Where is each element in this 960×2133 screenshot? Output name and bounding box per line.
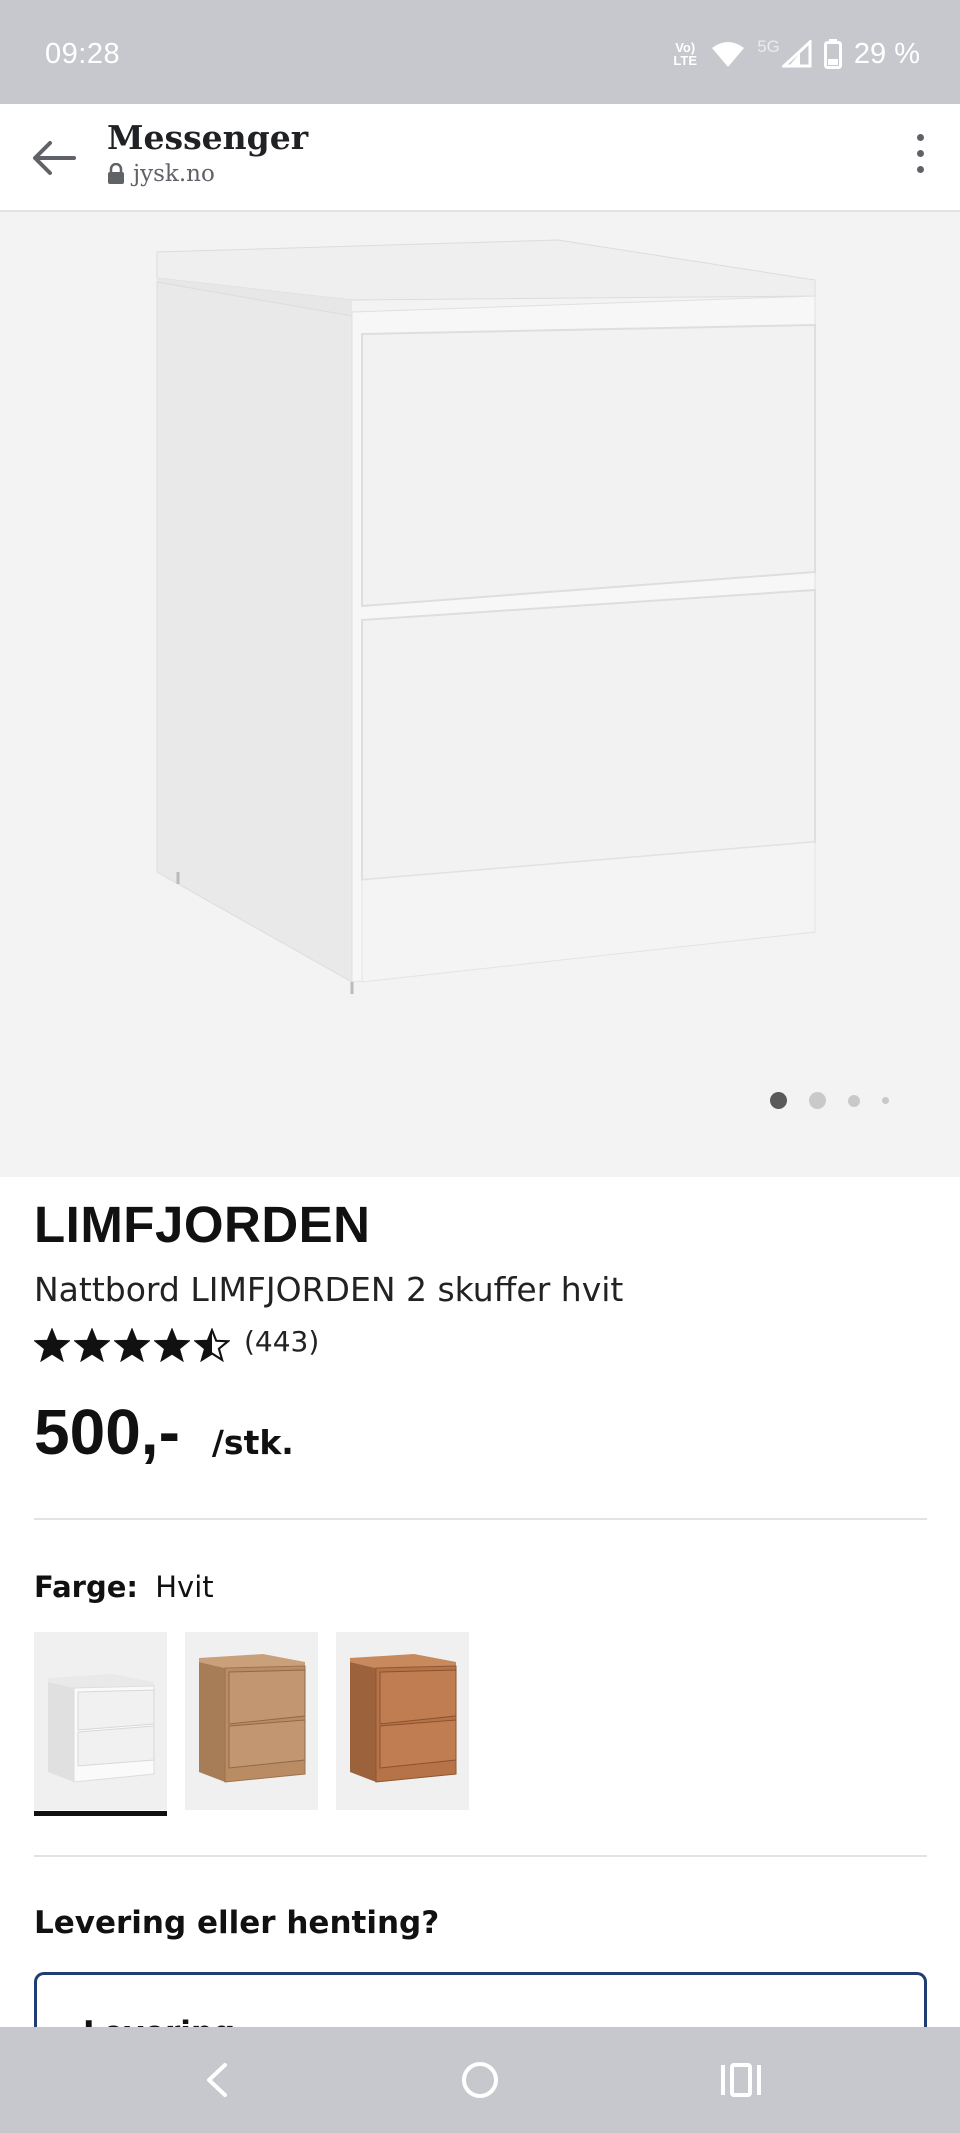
browser-header: Messenger jysk.no xyxy=(0,104,960,212)
navigation-bar xyxy=(0,2027,960,2133)
title-block: Messenger jysk.no xyxy=(107,118,308,187)
product-brand: LIMFJORDEN xyxy=(34,1196,371,1253)
gallery-dot-active[interactable] xyxy=(770,1092,787,1109)
price: 500,- xyxy=(34,1396,180,1468)
status-icons: Vo) LTE 5G 29 % xyxy=(671,34,920,74)
battery-percentage: 29 % xyxy=(853,37,920,70)
star-half-icon xyxy=(194,1328,230,1362)
dark-oak-nightstand-thumbnail xyxy=(350,1654,457,1783)
lock-icon xyxy=(108,163,124,184)
nav-back-icon[interactable] xyxy=(195,2057,241,2103)
gallery-dot[interactable] xyxy=(809,1092,826,1109)
star-filled-icon xyxy=(74,1328,110,1362)
gallery-dots xyxy=(770,1092,889,1109)
price-unit: /stk. xyxy=(211,1423,294,1462)
product-name: Nattbord LIMFJORDEN 2 skuffer hvit xyxy=(34,1270,624,1309)
url-row: jysk.no xyxy=(107,161,308,187)
white-nightstand-thumbnail xyxy=(48,1674,155,1783)
status-bar: 09:28 Vo) LTE 5G 29 % xyxy=(0,0,960,104)
nav-home-icon[interactable] xyxy=(457,2057,503,2103)
divider xyxy=(34,1855,927,1857)
star-filled-icon xyxy=(34,1328,70,1362)
divider xyxy=(34,1518,927,1520)
back-arrow-icon[interactable] xyxy=(28,132,80,184)
color-label: Farge: xyxy=(34,1570,139,1604)
more-options-icon[interactable] xyxy=(910,134,930,184)
signal-icon xyxy=(781,40,812,68)
network-type: 5G xyxy=(757,37,780,56)
nav-recents-icon[interactable] xyxy=(718,2057,764,2103)
rating-row[interactable]: (443) xyxy=(34,1325,319,1362)
review-count[interactable]: (443) xyxy=(244,1325,319,1358)
swatch-dark-oak[interactable] xyxy=(336,1632,469,1810)
url-text: jysk.no xyxy=(133,161,215,187)
color-value: Hvit xyxy=(155,1570,214,1604)
color-swatches xyxy=(34,1632,469,1816)
color-selector-label: Farge: Hvit xyxy=(34,1570,214,1604)
gallery-dot[interactable] xyxy=(882,1097,889,1104)
gallery-dot[interactable] xyxy=(848,1094,860,1107)
star-filled-icon xyxy=(114,1328,150,1362)
wifi-icon xyxy=(712,42,745,67)
delivery-title: Levering eller henting? xyxy=(34,1905,440,1941)
swatch-oak[interactable] xyxy=(185,1632,318,1810)
product-gallery[interactable] xyxy=(0,212,960,1177)
star-rating xyxy=(34,1328,230,1362)
swatch-white[interactable] xyxy=(34,1632,167,1816)
oak-nightstand-thumbnail xyxy=(199,1654,306,1783)
product-image xyxy=(156,239,816,994)
star-filled-icon xyxy=(154,1328,190,1362)
volte-icon: Vo) LTE xyxy=(673,40,697,68)
battery-icon xyxy=(823,39,842,69)
price-row: 500,- /stk. xyxy=(34,1395,294,1469)
page-title: Messenger xyxy=(107,118,309,157)
clock: 09:28 xyxy=(45,38,121,70)
